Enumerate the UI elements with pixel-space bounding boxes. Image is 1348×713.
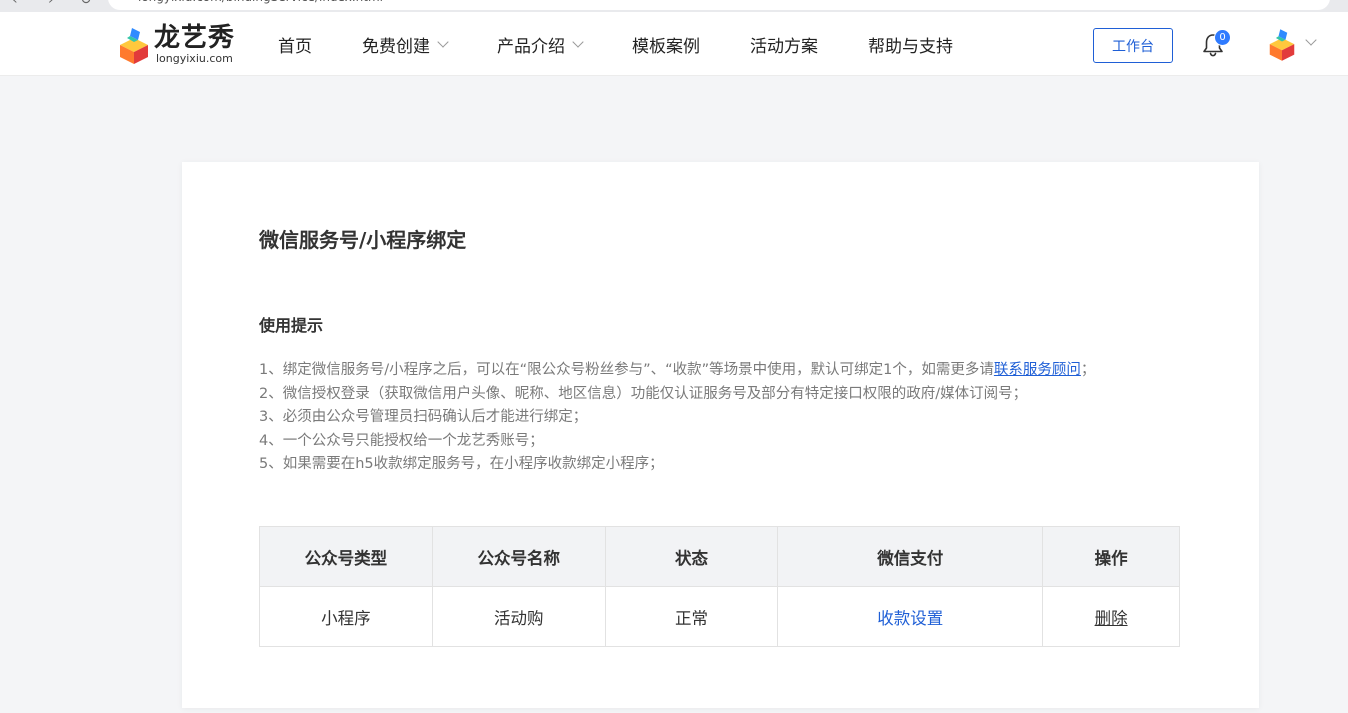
tip-item: 2、微信授权登录（获取微信用户头像、昵称、地区信息）功能仅认证服务号及部分有特定… bbox=[259, 385, 1028, 402]
nav-label: 产品介绍 bbox=[497, 36, 565, 57]
column-header-action: 操作 bbox=[1042, 526, 1180, 587]
nav-item-products[interactable]: 产品介绍 bbox=[497, 32, 584, 57]
nav-item-free-create[interactable]: 免费创建 bbox=[362, 32, 449, 57]
logo-text: 龙艺秀 bbox=[154, 23, 236, 53]
site-header: 龙艺秀 longyixiu.com 首页 免费创建 产品介绍 模板案例 活动方案… bbox=[0, 12, 1348, 76]
tip-item: 1、绑定微信服务号/小程序之后，可以在“限公众号粉丝参与”、“收款”等场景中使用… bbox=[259, 359, 1095, 383]
workbench-button[interactable]: 工作台 bbox=[1093, 28, 1173, 63]
nav-item-help[interactable]: 帮助与支持 bbox=[868, 32, 953, 57]
nav-label: 模板案例 bbox=[632, 36, 700, 57]
cell-type: 小程序 bbox=[259, 586, 433, 647]
table-header-row: 公众号类型 公众号名称 状态 微信支付 操作 bbox=[259, 526, 1180, 587]
tip-item: 5、如果需要在h5收款绑定服务号，在小程序收款绑定小程序； bbox=[259, 456, 664, 472]
nav-item-home[interactable]: 首页 bbox=[278, 32, 312, 57]
nav-label: 免费创建 bbox=[362, 36, 430, 57]
tips-heading: 使用提示 bbox=[259, 316, 324, 335]
address-bar[interactable]: longyixiu.com/bindingService/index.html bbox=[108, 0, 1330, 10]
table-row: 小程序 活动购 正常 收款设置 删除 bbox=[259, 586, 1180, 647]
nav-item-templates[interactable]: 模板案例 bbox=[632, 32, 700, 57]
tip-item: 4、一个公众号只能授权给一个龙艺秀账号； bbox=[259, 432, 544, 449]
column-header-status: 状态 bbox=[604, 526, 779, 587]
logo-domain: longyixiu.com bbox=[156, 52, 233, 65]
logo[interactable]: 龙艺秀 longyixiu.com bbox=[118, 22, 238, 68]
delete-link[interactable]: 删除 bbox=[1095, 609, 1128, 628]
cell-payment: 收款设置 bbox=[777, 586, 1044, 647]
cell-action: 删除 bbox=[1042, 586, 1180, 647]
tips-list: 1、绑定微信服务号/小程序之后，可以在“限公众号粉丝参与”、“收款”等场景中使用… bbox=[259, 359, 1095, 477]
binding-card: 微信服务号/小程序绑定 使用提示 1、绑定微信服务号/小程序之后，可以在“限公众… bbox=[182, 162, 1259, 708]
chevron-down-icon[interactable] bbox=[1305, 34, 1317, 46]
cell-status: 正常 bbox=[604, 586, 779, 647]
tip-text: ； bbox=[1080, 362, 1096, 378]
column-header-payment: 微信支付 bbox=[777, 526, 1044, 587]
tip-text: 1、绑定微信服务号/小程序之后，可以在“限公众号粉丝参与”、“收款”等场景中使用… bbox=[259, 362, 994, 378]
nav-label: 活动方案 bbox=[750, 36, 818, 57]
logo-cube-icon bbox=[120, 28, 148, 64]
bound-accounts-table: 公众号类型 公众号名称 状态 微信支付 操作 小程序 活动购 正常 收款设置 删… bbox=[259, 526, 1180, 647]
main-nav: 首页 免费创建 产品介绍 模板案例 活动方案 帮助与支持 bbox=[278, 12, 1003, 76]
reload-icon[interactable]: ↻ bbox=[80, 0, 92, 8]
payment-settings-link[interactable]: 收款设置 bbox=[877, 609, 943, 628]
chevron-down-icon bbox=[572, 35, 584, 48]
nav-item-activities[interactable]: 活动方案 bbox=[750, 32, 818, 57]
nav-label: 帮助与支持 bbox=[868, 36, 953, 57]
tip-item: 3、必须由公众号管理员扫码确认后才能进行绑定； bbox=[259, 409, 588, 425]
page-title: 微信服务号/小程序绑定 bbox=[259, 228, 467, 252]
forward-icon[interactable]: › bbox=[48, 0, 54, 8]
column-header-type: 公众号类型 bbox=[259, 526, 433, 587]
column-header-name: 公众号名称 bbox=[431, 526, 606, 587]
avatar[interactable] bbox=[1268, 29, 1296, 61]
cell-name: 活动购 bbox=[431, 586, 606, 647]
chevron-down-icon bbox=[437, 35, 449, 48]
back-icon[interactable]: ‹ bbox=[12, 0, 18, 8]
notification-badge: 0 bbox=[1214, 29, 1231, 46]
browser-toolbar: ‹ › ↻ longyixiu.com/bindingService/index… bbox=[0, 0, 1348, 12]
nav-label: 首页 bbox=[278, 36, 312, 57]
contact-advisor-link[interactable]: 联系服务顾问 bbox=[994, 362, 1081, 378]
